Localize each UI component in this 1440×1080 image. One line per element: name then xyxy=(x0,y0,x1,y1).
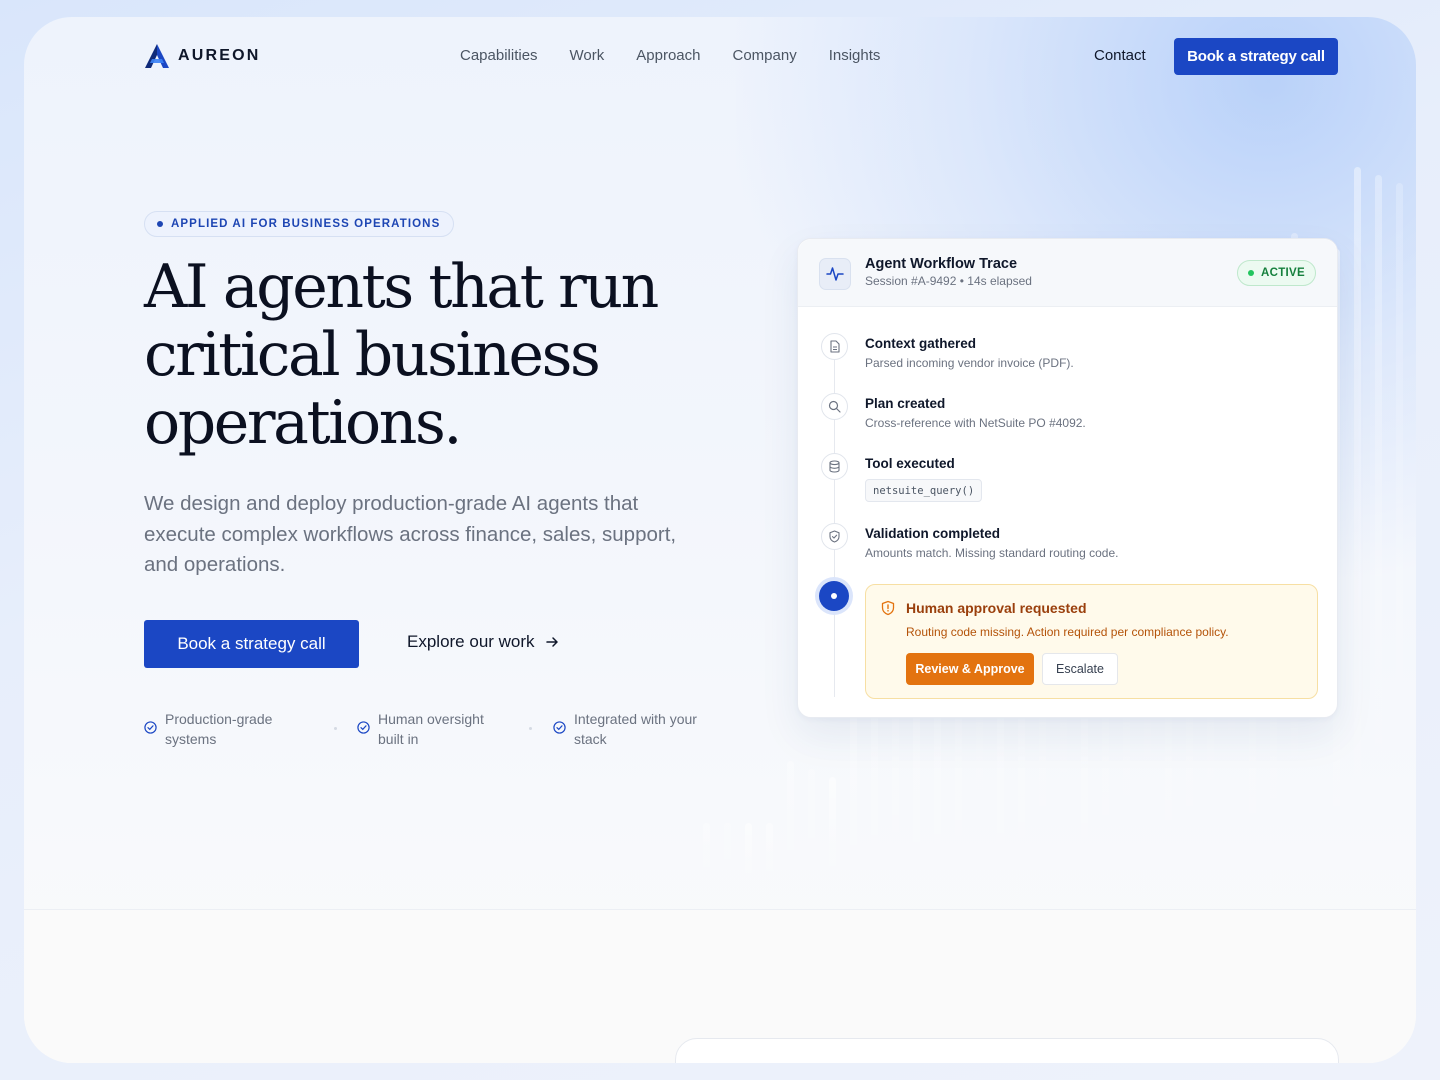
nav-link-insights[interactable]: Insights xyxy=(829,47,881,64)
background-bar xyxy=(787,761,794,883)
badge-dot-icon xyxy=(157,221,163,227)
background-bar xyxy=(1375,175,1382,883)
workflow-session-meta: Session #A-9492 • 14s elapsed xyxy=(865,274,1032,288)
approval-description: Routing code missing. Action required pe… xyxy=(906,625,1229,639)
step-title: Context gathered xyxy=(865,336,977,351)
feature-separator xyxy=(529,727,532,730)
feature-separator xyxy=(334,727,337,730)
step-description: Cross-reference with NetSuite PO #4092. xyxy=(865,416,1086,430)
step-description: Parsed incoming vendor invoice (PDF). xyxy=(865,356,1074,370)
next-section-card xyxy=(675,1038,1339,1063)
background-bar xyxy=(766,823,773,883)
escalate-button[interactable]: Escalate xyxy=(1042,653,1118,685)
status-label: ACTIVE xyxy=(1261,267,1305,279)
approval-title: Human approval requested xyxy=(906,600,1087,616)
step-title: Tool executed xyxy=(865,456,955,471)
background-bar xyxy=(1354,167,1361,883)
hero-badge-label: APPLIED AI FOR BUSINESS OPERATIONS xyxy=(171,218,441,230)
feature-item: Integrated with your stack xyxy=(553,709,714,749)
background-bar xyxy=(850,695,857,883)
step-title: Plan created xyxy=(865,396,946,411)
status-dot-icon xyxy=(1248,270,1255,276)
human-approval-panel: Human approval requested Routing code mi… xyxy=(865,584,1318,699)
shield-alert-icon xyxy=(881,600,895,616)
background-bar xyxy=(829,777,836,883)
arrow-right-icon xyxy=(545,637,558,647)
background-bar xyxy=(745,823,752,883)
hero-subtitle: We design and deploy production-grade AI… xyxy=(144,492,677,576)
nav-links: Capabilities Work Approach Company Insig… xyxy=(460,47,880,64)
shield-check-icon xyxy=(821,523,848,550)
activity-icon xyxy=(819,258,851,290)
tool-code-chip: netsuite_query() xyxy=(865,479,983,502)
search-icon xyxy=(821,393,848,420)
document-icon xyxy=(821,333,848,360)
active-step-node xyxy=(819,581,849,611)
background-bar xyxy=(871,703,878,883)
nav-book-call-button[interactable]: Book a strategy call xyxy=(1174,38,1338,75)
background-bar xyxy=(808,769,815,883)
nav-link-capabilities[interactable]: Capabilities xyxy=(460,47,538,64)
feature-item: Production-grade systems xyxy=(144,709,295,749)
nav-link-company[interactable]: Company xyxy=(733,47,797,64)
workflow-title: Agent Workflow Trace xyxy=(865,256,1018,272)
check-circle-icon xyxy=(553,721,566,734)
feature-item: Human oversight built in xyxy=(357,709,498,749)
explore-work-link[interactable]: Explore our work xyxy=(407,632,559,652)
database-icon xyxy=(821,453,848,480)
top-nav: AUREON Capabilities Work Approach Compan… xyxy=(144,37,1338,77)
background-bar xyxy=(703,823,710,883)
brand-logo[interactable]: AUREON xyxy=(144,43,261,69)
check-circle-icon xyxy=(357,721,370,734)
nav-link-approach[interactable]: Approach xyxy=(636,47,700,64)
book-strategy-call-button[interactable]: Book a strategy call xyxy=(144,620,359,668)
hero-title: AI agents that run critical business ope… xyxy=(144,252,659,458)
aureon-logo-icon xyxy=(145,44,169,68)
hero-badge: APPLIED AI FOR BUSINESS OPERATIONS xyxy=(144,211,455,237)
background-bar xyxy=(1396,183,1403,883)
feature-label: Integrated with your stack xyxy=(574,711,697,747)
page-frame: AUREON Capabilities Work Approach Compan… xyxy=(24,17,1416,1063)
status-badge: ACTIVE xyxy=(1237,260,1316,286)
feature-label: Production-grade systems xyxy=(165,711,273,747)
background-bar xyxy=(724,823,731,883)
step-description: Amounts match. Missing standard routing … xyxy=(865,546,1119,560)
agent-workflow-card: Agent Workflow Trace Session #A-9492 • 1… xyxy=(797,238,1338,718)
step-title: Validation completed xyxy=(865,526,1001,541)
explore-work-label: Explore our work xyxy=(407,632,535,651)
background-bar xyxy=(892,711,899,883)
check-circle-icon xyxy=(144,721,157,734)
nav-contact-link[interactable]: Contact xyxy=(1094,47,1146,64)
workflow-card-header: Agent Workflow Trace Session #A-9492 • 1… xyxy=(798,239,1337,307)
review-approve-button[interactable]: Review & Approve xyxy=(906,653,1034,685)
feature-label: Human oversight built in xyxy=(378,711,484,747)
brand-name: AUREON xyxy=(178,47,261,64)
feature-list: Production-grade systems Human oversight… xyxy=(144,709,724,749)
nav-link-work[interactable]: Work xyxy=(570,47,605,64)
